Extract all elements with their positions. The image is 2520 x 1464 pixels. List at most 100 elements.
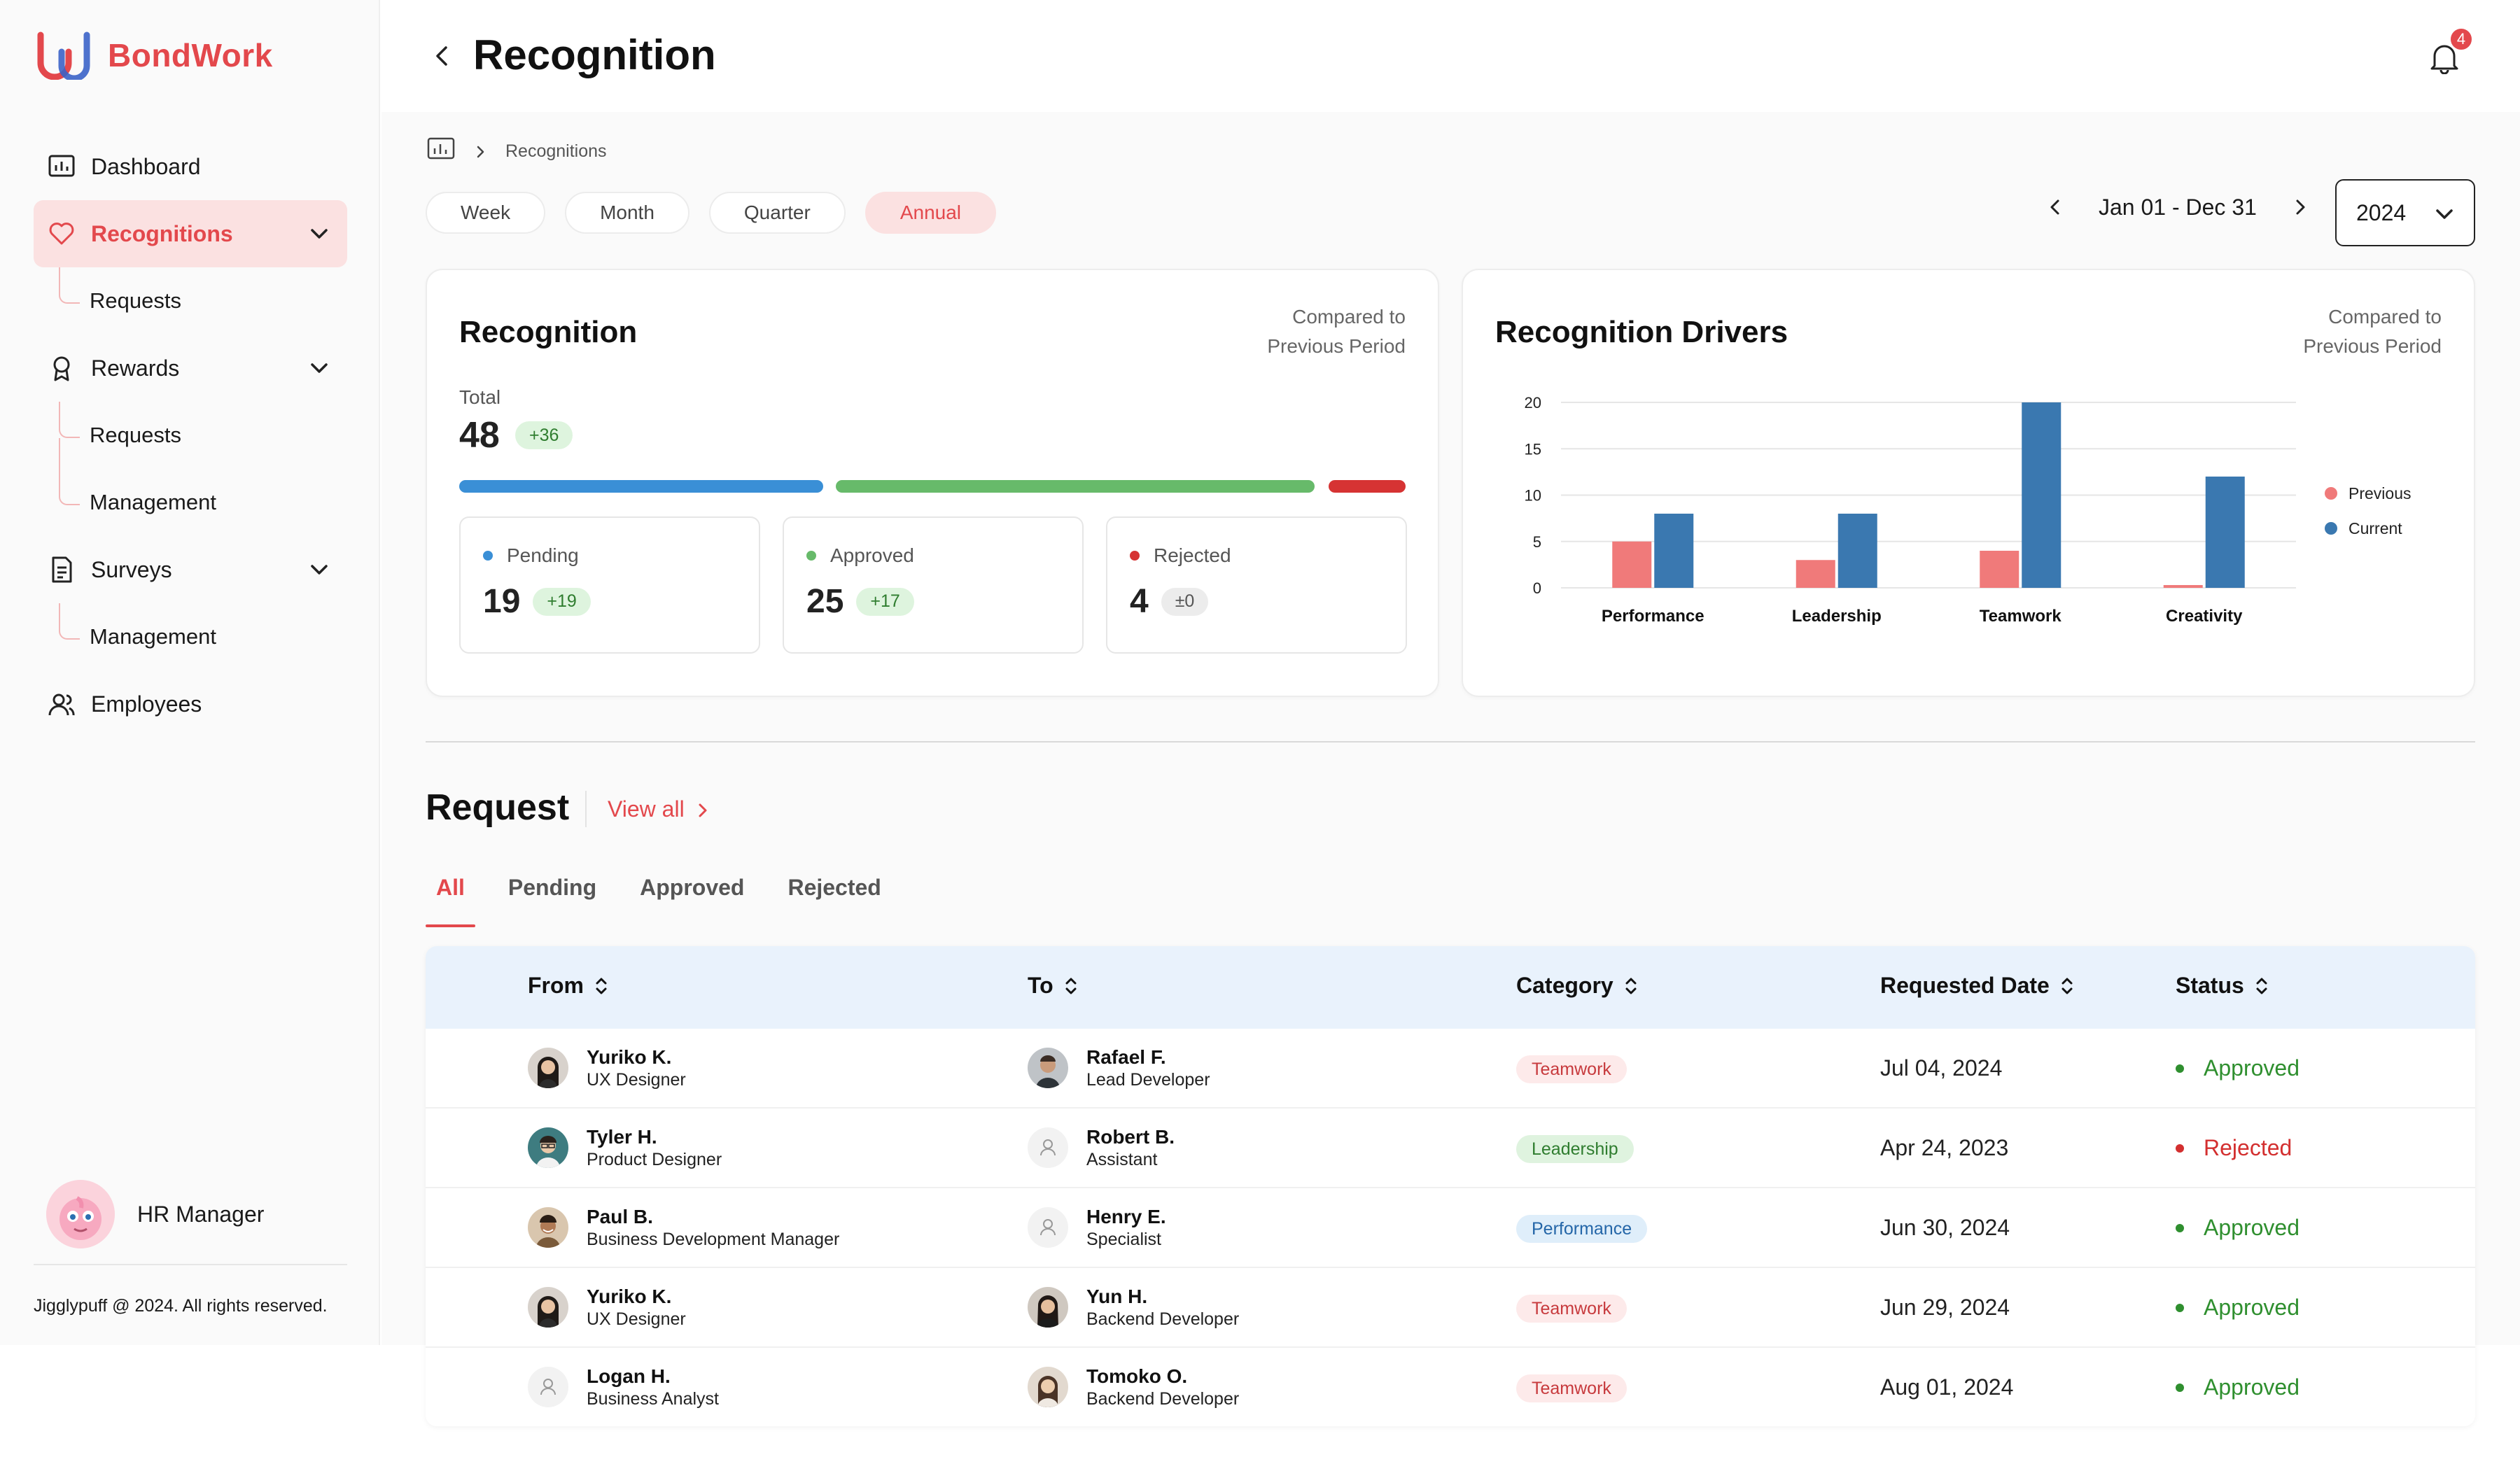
tab-rejected[interactable]: Rejected	[777, 868, 891, 927]
column-header-from[interactable]: From	[528, 973, 610, 999]
table-header: From To Category Requested Date Status	[426, 946, 2475, 1029]
column-header-status[interactable]: Status	[2176, 973, 2271, 999]
status-dot	[2176, 1223, 2184, 1232]
nav-employees[interactable]: Employees	[34, 670, 347, 738]
nav-rewards[interactable]: Rewards	[34, 335, 347, 402]
back-arrow-icon[interactable]	[428, 42, 456, 70]
person-role: Assistant	[1086, 1150, 1158, 1169]
nav-employees-label: Employees	[91, 691, 202, 717]
period-quarter[interactable]: Quarter	[708, 192, 846, 234]
nav-surveys-management[interactable]: Management	[34, 603, 347, 670]
nav-rewards-management[interactable]: Management	[34, 469, 347, 536]
tree-branch	[59, 402, 80, 438]
period-selector: Week Month Quarter Annual	[426, 192, 1016, 234]
award-icon	[46, 353, 77, 383]
nav-recognitions[interactable]: Recognitions	[34, 200, 347, 267]
bar-previous	[1612, 541, 1652, 588]
status-label: Approved	[2204, 1374, 2300, 1400]
total-label: Total	[459, 386, 501, 408]
chevron-right-icon[interactable]	[2286, 193, 2314, 221]
dashboard-icon	[46, 151, 77, 182]
person-name: Yuriko K.	[587, 1046, 672, 1068]
requests-table: From To Category Requested Date Status Y…	[426, 946, 2475, 1426]
person-role: Backend Developer	[1086, 1389, 1240, 1409]
person-info: Yun H. Backend Developer	[1086, 1285, 1239, 1330]
person-info: Yuriko K. UX Designer	[587, 1285, 686, 1330]
user-placeholder-icon	[1028, 1127, 1068, 1168]
drivers-card-title: Recognition Drivers	[1495, 315, 1788, 349]
tab-approved[interactable]: Approved	[629, 868, 755, 927]
page-title: Recognition	[473, 31, 716, 78]
category-badge: Leadership	[1516, 1135, 1634, 1163]
nav-dashboard[interactable]: Dashboard	[34, 133, 347, 200]
person-name: Tomoko O.	[1086, 1365, 1188, 1387]
person-info: Yuriko K. UX Designer	[587, 1046, 686, 1090]
document-icon	[46, 554, 77, 585]
avatar	[1028, 1287, 1068, 1328]
copyright-text: Jigglypuff @ 2024. All rights reserved.	[34, 1296, 328, 1316]
year-select[interactable]: 2024	[2335, 179, 2475, 246]
requested-date: Jun 29, 2024	[1880, 1295, 2010, 1320]
view-all-link[interactable]: View all	[608, 796, 713, 822]
column-header-requested-date[interactable]: Requested Date	[1880, 973, 2076, 999]
date-range-nav: Jan 01 - Dec 31	[2041, 193, 2314, 221]
nav-recognitions-requests[interactable]: Requests	[34, 267, 347, 335]
sort-icon	[2058, 976, 2076, 997]
y-tick-label: 15	[1525, 440, 1541, 458]
avatar	[528, 1127, 568, 1168]
category-badge: Teamwork	[1516, 1374, 1627, 1402]
user-profile[interactable]: HR Manager	[46, 1180, 264, 1248]
table-row[interactable]: Paul B. Business Development Manager Henr…	[426, 1188, 2475, 1268]
compare-line-1: Compared to	[2328, 306, 2442, 328]
table-row[interactable]: Yuriko K. UX Designer Yun H. Backend Devel…	[426, 1268, 2475, 1348]
bar-current	[1837, 514, 1877, 588]
chevron-down-icon[interactable]	[307, 221, 332, 246]
table-row[interactable]: Logan H. Business Analyst Tomoko O. Backen…	[426, 1348, 2475, 1426]
pending-bar-segment	[459, 480, 823, 493]
chevron-down-icon[interactable]	[307, 356, 332, 381]
rejected-dot	[1130, 551, 1140, 561]
period-annual[interactable]: Annual	[864, 192, 997, 234]
column-header-from-label: From	[528, 973, 584, 998]
column-header-to[interactable]: To	[1028, 973, 1080, 999]
table-row[interactable]: Yuriko K. UX Designer Rafael F. Lead Devel…	[426, 1029, 2475, 1108]
pending-stat[interactable]: Pending 19 +19	[459, 516, 760, 654]
status-label: Rejected	[2204, 1135, 2292, 1160]
rejected-value-row: 4 ±0	[1130, 582, 1209, 621]
status-badge: Approved	[2176, 1374, 2300, 1400]
sort-icon	[592, 976, 610, 997]
chevron-down-icon[interactable]	[307, 557, 332, 582]
breadcrumb: Recognitions	[427, 137, 607, 166]
chevron-down-icon	[2432, 202, 2457, 227]
rejected-stat-label-row: Rejected	[1130, 544, 1231, 567]
period-week[interactable]: Week	[426, 192, 546, 234]
chevron-left-icon[interactable]	[2041, 193, 2069, 221]
bar-previous	[1795, 560, 1835, 588]
y-tick-label: 20	[1525, 394, 1541, 411]
chevron-right-icon	[472, 143, 489, 160]
table-row[interactable]: Tyler H. Product Designer Robert B. Assist…	[426, 1108, 2475, 1188]
rejected-stat[interactable]: Rejected 4 ±0	[1106, 516, 1407, 654]
total-value: 48	[459, 415, 500, 456]
tab-pending[interactable]: Pending	[498, 868, 607, 927]
x-tick-label: Teamwork	[1980, 607, 2062, 626]
nav-rewards-requests[interactable]: Requests	[34, 402, 347, 469]
brand-logo[interactable]: BondWork	[35, 31, 273, 82]
person-info: Tyler H. Product Designer	[587, 1125, 722, 1170]
nav-recognitions-requests-label: Requests	[90, 288, 181, 313]
nav-recognitions-label: Recognitions	[91, 220, 233, 246]
rejected-value: 4	[1130, 583, 1149, 620]
column-header-category[interactable]: Category	[1516, 973, 1640, 999]
dashboard-icon[interactable]	[427, 137, 455, 166]
tab-all[interactable]: All	[426, 868, 475, 927]
heart-icon	[46, 218, 77, 249]
avatar	[528, 1048, 568, 1088]
period-month[interactable]: Month	[565, 192, 690, 234]
nav-rewards-requests-label: Requests	[90, 423, 181, 447]
nav-surveys[interactable]: Surveys	[34, 536, 347, 603]
x-tick-label: Performance	[1602, 607, 1704, 626]
compare-note: Compared to Previous Period	[1190, 302, 1406, 361]
to-person: Rafael F. Lead Developer	[1028, 1046, 1210, 1090]
approved-stat[interactable]: Approved 25 +17	[783, 516, 1084, 654]
from-person: Yuriko K. UX Designer	[528, 1285, 686, 1330]
